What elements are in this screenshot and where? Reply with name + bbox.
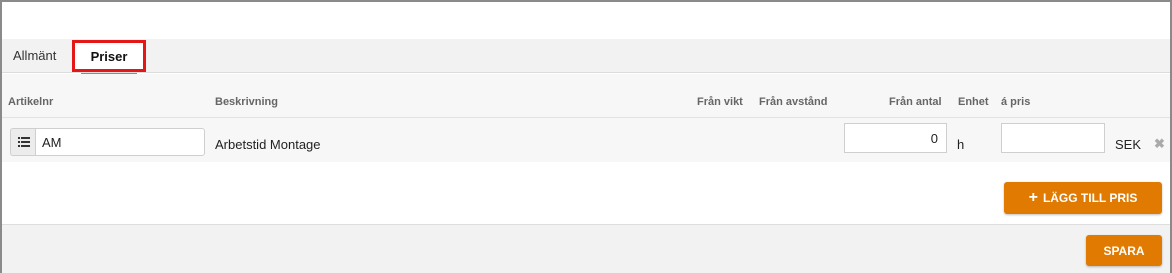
description-text: Arbetstid Montage: [215, 137, 321, 152]
from-quantity-input[interactable]: [844, 123, 947, 153]
col-header-unit: Enhet: [958, 96, 989, 108]
plus-icon: +: [1028, 189, 1038, 206]
unit-price-input[interactable]: [1001, 123, 1105, 153]
article-nr-input[interactable]: [35, 128, 205, 156]
price-dialog: Allmänt Priser Artikelnr Beskrivning Frå…: [0, 0, 1172, 273]
currency-text: SEK: [1115, 137, 1142, 152]
col-header-article-nr: Artikelnr: [8, 96, 54, 108]
tab-priser-label: Priser: [90, 49, 128, 64]
col-header-unit-price: á pris: [1001, 96, 1031, 108]
col-header-from-quantity: Från antal: [889, 96, 942, 108]
tab-allmant[interactable]: Allmänt: [13, 39, 56, 73]
col-header-from-distance: Från avstånd: [759, 96, 828, 108]
tab-bar: Allmänt Priser: [2, 39, 1170, 75]
table-row: Arbetstid Montage h SEK ✖: [2, 118, 1170, 162]
add-price-button[interactable]: + LÄGG TILL PRIS: [1004, 182, 1162, 214]
add-price-label: LÄGG TILL PRIS: [1042, 191, 1138, 205]
close-icon[interactable]: ✖: [1154, 136, 1165, 152]
list-icon: [17, 137, 30, 147]
table-header: Artikelnr Beskrivning Från vikt Från avs…: [2, 74, 1170, 118]
tab-priser[interactable]: Priser: [72, 40, 146, 75]
price-table: Artikelnr Beskrivning Från vikt Från avs…: [2, 74, 1170, 162]
article-list-button[interactable]: [10, 128, 36, 156]
col-header-description: Beskrivning: [215, 96, 278, 108]
dialog-footer: SPARA: [2, 224, 1170, 273]
unit-text: h: [957, 137, 965, 152]
col-header-from-weight: Från vikt: [697, 96, 743, 108]
save-button[interactable]: SPARA: [1086, 235, 1162, 266]
